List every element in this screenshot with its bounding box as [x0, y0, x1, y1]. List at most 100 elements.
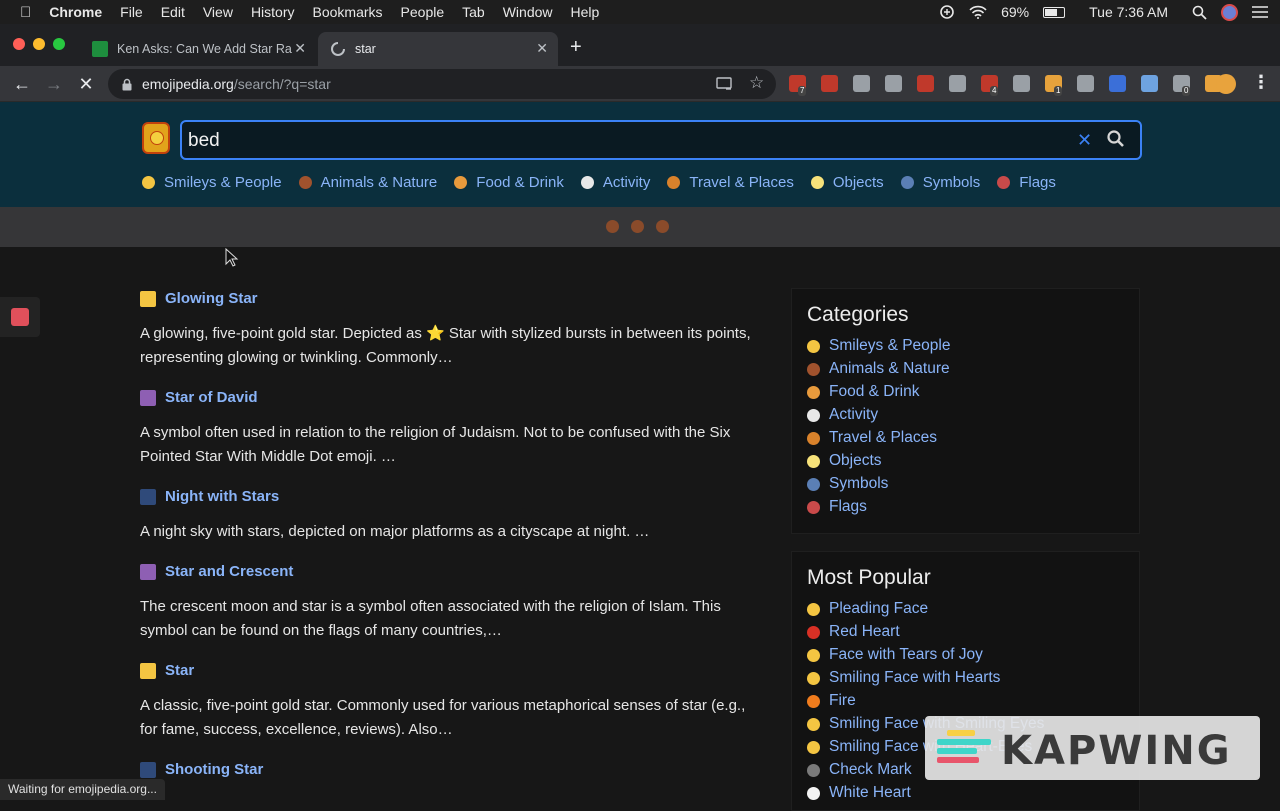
result-title-link[interactable]: Star and Crescent — [140, 563, 293, 580]
categories-panel: Categories Smileys & People Animals & Nat… — [791, 288, 1140, 534]
sidebar-link-label: Travel & Places — [829, 429, 937, 446]
battery-icon[interactable] — [1043, 6, 1066, 18]
result-description: A classic, five-point gold star. Commonl… — [140, 697, 746, 738]
user-avatar-icon[interactable] — [1221, 3, 1238, 21]
result-title-link[interactable]: Star — [140, 662, 194, 679]
mouse-cursor-icon — [225, 248, 239, 267]
sidebar-link[interactable]: Smileys & People — [807, 337, 950, 355]
sidebar-link[interactable]: White Heart — [807, 784, 911, 802]
result-description: A symbol often used in relation to the r… — [140, 424, 731, 465]
menu-file[interactable]: File — [120, 4, 143, 20]
emojipedia-header: ✕ Smileys & People Animals & Nature Food &… — [0, 102, 1280, 207]
menu-help[interactable]: Help — [571, 4, 600, 20]
emoji-icon — [606, 220, 619, 233]
header-sub-band — [0, 207, 1280, 247]
sidebar-link[interactable]: Activity — [807, 406, 878, 424]
result-title-link[interactable]: Star of David — [140, 389, 258, 406]
extension-icon[interactable] — [853, 75, 870, 92]
category-nav-item[interactable]: Animals & Nature — [298, 173, 438, 191]
category-nav-item[interactable]: Food & Drink — [454, 174, 564, 191]
menu-window[interactable]: Window — [503, 4, 553, 20]
sidebar-emoji-icon — [807, 602, 820, 616]
spotlight-search-icon[interactable] — [1192, 5, 1207, 20]
extension-icon[interactable] — [885, 75, 902, 92]
category-nav-item[interactable]: Activity — [580, 173, 651, 191]
tab-star[interactable]: star ✕ — [318, 32, 558, 66]
extension-badge: 1 — [1054, 86, 1063, 96]
category-emoji-icon — [298, 175, 312, 189]
extension-icon[interactable] — [1141, 75, 1158, 92]
new-tab-button[interactable]: + — [570, 36, 582, 59]
menu-edit[interactable]: Edit — [161, 4, 185, 20]
extension-icon[interactable] — [917, 75, 934, 92]
window-close-button[interactable] — [13, 38, 25, 50]
sidebar-link[interactable]: Red Heart — [807, 623, 900, 641]
apple-menu-icon[interactable]:  — [20, 4, 31, 21]
sidebar-emoji-icon — [807, 648, 820, 662]
stop-loading-icon[interactable]: ✕ — [74, 72, 98, 96]
sidebar-link[interactable]: Symbols — [807, 475, 888, 493]
menu-view[interactable]: View — [203, 4, 233, 20]
profile-avatar-icon[interactable] — [1216, 74, 1236, 94]
sidebar-link[interactable]: Animals & Nature — [807, 360, 950, 378]
extension-icon[interactable] — [949, 75, 966, 92]
category-emoji-icon — [997, 175, 1011, 189]
category-emoji-icon — [900, 175, 914, 189]
category-nav-item[interactable]: Smileys & People — [142, 174, 282, 191]
bookmark-star-icon[interactable]: ☆ — [749, 73, 764, 93]
status-bubble: Waiting for emojipedia.org... — [0, 779, 165, 800]
result-title-link[interactable]: Night with Stars — [140, 488, 279, 505]
result-title-link[interactable]: Shooting Star — [140, 761, 263, 778]
extension-icon[interactable] — [1013, 75, 1030, 92]
sidebar-link[interactable]: Objects — [807, 452, 882, 470]
extension-badge: 7 — [798, 86, 807, 96]
category-nav-item[interactable]: Flags — [997, 174, 1056, 191]
sidebar-link[interactable]: Pleading Face — [807, 600, 928, 618]
vpn-icon[interactable] — [939, 4, 955, 20]
extension-icon[interactable] — [1077, 75, 1094, 92]
menu-history[interactable]: History — [251, 4, 295, 20]
floating-record-button[interactable] — [0, 297, 40, 337]
categories-heading: Categories — [807, 303, 909, 326]
result-title-link[interactable]: Glowing Star — [140, 290, 258, 307]
wifi-icon[interactable] — [969, 5, 987, 19]
lock-icon[interactable] — [121, 78, 133, 91]
address-bar[interactable]: emojipedia.org/search/?q=star ☆ — [108, 69, 776, 99]
sidebar-link[interactable]: Fire — [807, 692, 856, 710]
category-nav-label: Activity — [602, 173, 651, 191]
tab-ken-asks[interactable]: Ken Asks: Can We Add Star Ra ✕ — [80, 32, 316, 66]
sidebar-link[interactable]: Check Mark — [807, 761, 912, 779]
emojipedia-logo[interactable] — [142, 122, 170, 154]
sidebar-link[interactable]: Face with Tears of Joy — [807, 646, 983, 664]
back-arrow-icon[interactable]: ← — [10, 72, 34, 96]
menu-people[interactable]: People — [401, 4, 445, 20]
menu-tab[interactable]: Tab — [462, 4, 485, 20]
category-nav-label: Flags — [1019, 173, 1056, 191]
sidebar-link[interactable]: Food & Drink — [807, 383, 919, 401]
notification-center-icon[interactable] — [1252, 6, 1268, 18]
tab-close-icon[interactable]: ✕ — [294, 40, 306, 57]
menubar-clock[interactable]: Tue 7:36 AM — [1089, 4, 1168, 20]
forward-arrow-icon[interactable]: → — [42, 72, 66, 96]
tab-close-icon[interactable]: ✕ — [536, 40, 548, 57]
category-nav-item[interactable]: Travel & Places — [667, 174, 794, 191]
sidebar-link[interactable]: Flags — [807, 498, 867, 516]
category-nav-item[interactable]: Objects — [810, 174, 884, 191]
search-input[interactable] — [188, 130, 1068, 152]
window-minimize-button[interactable] — [33, 38, 45, 50]
sidebar-emoji-icon — [807, 408, 820, 422]
extension-icon[interactable] — [1109, 75, 1126, 92]
window-zoom-button[interactable] — [53, 38, 65, 50]
search-icon[interactable] — [1106, 129, 1126, 149]
category-nav-item[interactable]: Symbols — [900, 174, 980, 191]
chrome-menu-icon[interactable]: ⋮ — [1252, 72, 1270, 93]
menu-bookmarks[interactable]: Bookmarks — [313, 4, 383, 20]
extension-icon[interactable] — [821, 75, 838, 92]
clear-search-icon[interactable]: ✕ — [1077, 130, 1092, 151]
cast-icon[interactable] — [716, 77, 732, 91]
kapwing-wordmark: KAPWING — [1001, 728, 1232, 774]
sidebar-link[interactable]: Smiling Face with Hearts — [807, 669, 1000, 687]
sidebar-link[interactable]: Travel & Places — [807, 429, 937, 447]
app-menu-chrome[interactable]: Chrome — [49, 4, 102, 20]
category-nav-label: Animals & Nature — [320, 173, 438, 191]
